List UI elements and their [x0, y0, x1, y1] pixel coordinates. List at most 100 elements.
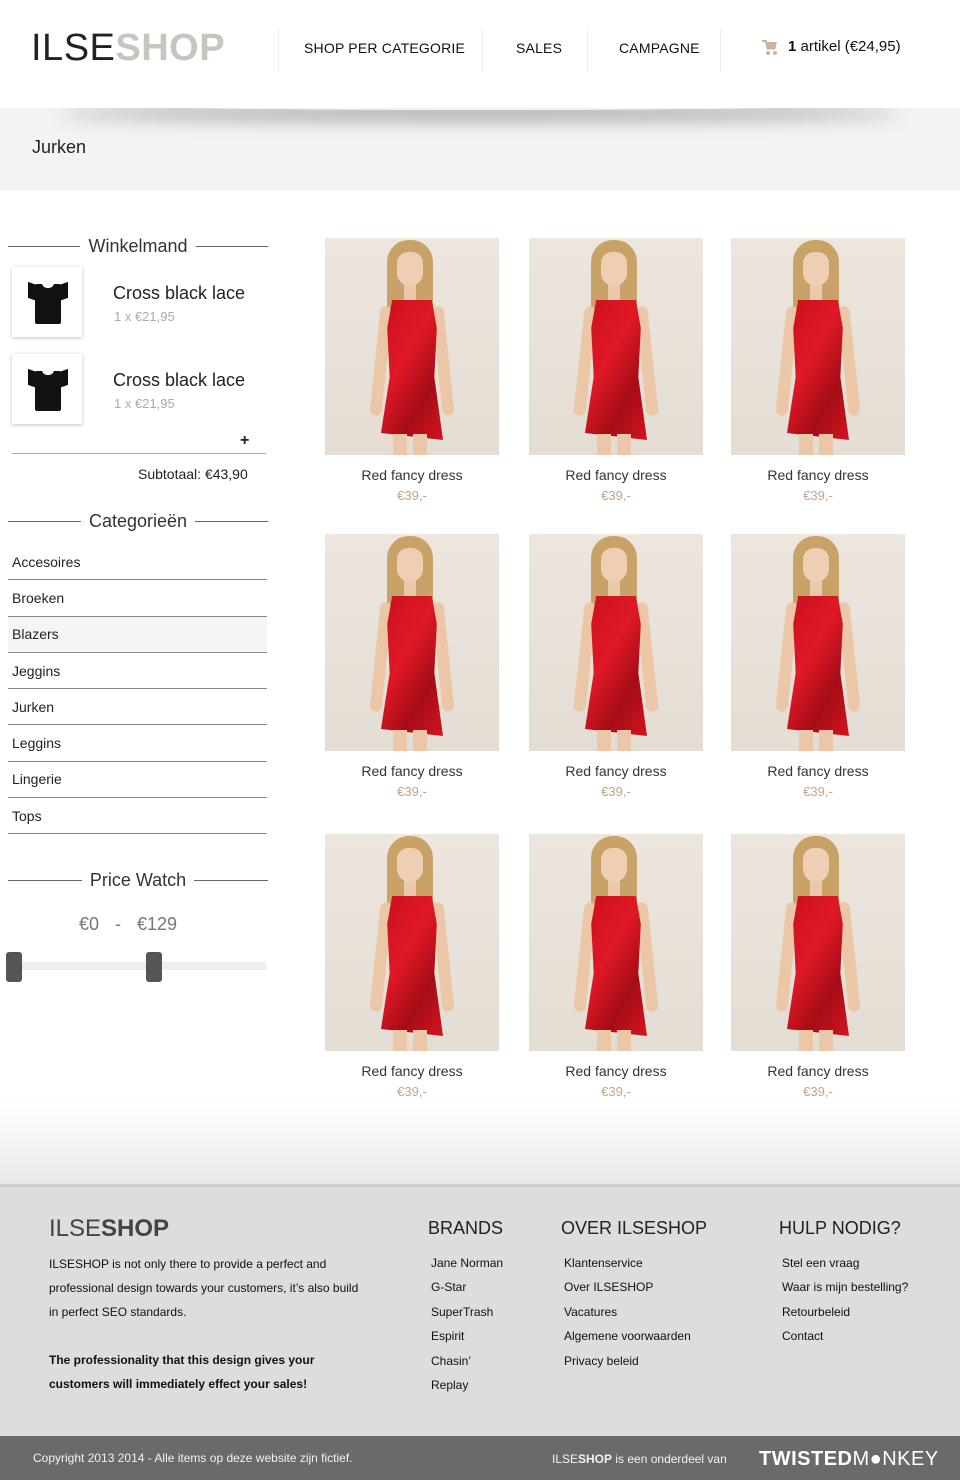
price-slider-min-handle[interactable] — [6, 952, 22, 982]
product-card[interactable]: Red fancy dress €39,- — [325, 834, 499, 1099]
product-price: €39,- — [397, 784, 427, 799]
product-card[interactable]: Red fancy dress €39,- — [731, 834, 905, 1099]
page-title-bar — [0, 108, 960, 190]
product-image[interactable] — [529, 534, 703, 751]
footer-brands-title: BRANDS — [428, 1218, 504, 1238]
product-card[interactable]: Red fancy dress €39,- — [731, 534, 905, 799]
product-image[interactable] — [731, 834, 905, 1051]
tshirt-icon — [28, 280, 68, 324]
category-item-lingerie[interactable]: Lingerie — [8, 762, 267, 799]
footer-link[interactable]: Stel een vraag — [782, 1251, 908, 1275]
category-item-broeken[interactable]: Broeken — [8, 580, 267, 617]
cart-item-qty: 1 x €21,95 — [114, 309, 175, 324]
nav-sales[interactable]: SALES — [516, 40, 562, 56]
product-price: €39,- — [803, 488, 833, 503]
category-item-blazers[interactable]: Blazers — [8, 616, 267, 653]
product-image[interactable] — [325, 534, 499, 751]
copyright-text: Copyright 2013 2014 - Alle items op deze… — [33, 1451, 353, 1465]
model-figure — [773, 834, 863, 1051]
footer-link[interactable]: Jane Norman — [431, 1251, 503, 1275]
footer-link[interactable]: Privacy beleid — [564, 1349, 691, 1373]
product-price: €39,- — [397, 1084, 427, 1099]
category-item-leggins[interactable]: Leggins — [8, 725, 267, 762]
price-slider-max-handle[interactable] — [146, 952, 162, 982]
footer-link[interactable]: Contact — [782, 1324, 908, 1348]
footer-link[interactable]: Retourbeleid — [782, 1300, 908, 1324]
footer-link[interactable]: SuperTrash — [431, 1300, 503, 1324]
footer-link[interactable]: Chasin’ — [431, 1349, 503, 1373]
cart-item-name[interactable]: Cross black lace — [113, 370, 245, 391]
product-image[interactable] — [325, 834, 499, 1051]
product-image[interactable] — [325, 238, 499, 455]
product-name[interactable]: Red fancy dress — [731, 467, 905, 483]
category-item-jurken[interactable]: Jurken — [8, 689, 267, 726]
nav-divider — [482, 28, 483, 72]
product-card[interactable]: Red fancy dress €39,- — [731, 238, 905, 503]
footer-brands-links: Jane Norman G-Star SuperTrash Espirit Ch… — [431, 1251, 503, 1397]
site-logo[interactable]: ILSESHOP — [31, 26, 225, 70]
footer-link[interactable]: Algemene voorwaarden — [564, 1324, 691, 1348]
cart-item[interactable]: Cross black lace 1 x €21,95 — [10, 354, 270, 428]
nav-campagne[interactable]: CAMPAGNE — [619, 40, 700, 56]
model-figure — [773, 534, 863, 751]
product-image[interactable] — [529, 238, 703, 455]
product-card[interactable]: Red fancy dress €39,- — [325, 534, 499, 799]
product-name[interactable]: Red fancy dress — [325, 763, 499, 779]
product-card[interactable]: Red fancy dress €39,- — [529, 238, 703, 503]
categories-heading-text: Categorieën — [88, 510, 188, 531]
price-min: €0 — [78, 914, 99, 934]
expand-cart-button[interactable]: + — [240, 432, 249, 450]
tshirt-icon — [28, 367, 68, 411]
footer-link[interactable]: G-Star — [431, 1275, 503, 1299]
product-card[interactable]: Red fancy dress €39,- — [529, 534, 703, 799]
subsidiary-bold: SHOP — [578, 1452, 613, 1466]
product-image[interactable] — [731, 534, 905, 751]
model-figure — [571, 238, 661, 455]
model-figure — [367, 534, 457, 751]
product-price: €39,- — [803, 1084, 833, 1099]
product-card[interactable]: Red fancy dress €39,- — [529, 834, 703, 1099]
footer-about-bold: The professionality that this design giv… — [49, 1353, 315, 1391]
model-figure — [571, 834, 661, 1051]
product-card[interactable]: Red fancy dress €39,- — [325, 238, 499, 503]
product-name[interactable]: Red fancy dress — [325, 467, 499, 483]
cart-icon — [762, 39, 780, 55]
nav-shop-per-categorie[interactable]: SHOP PER CATEGORIE — [304, 40, 465, 56]
cart-subtotal: Subtotaal: €43,90 — [138, 466, 248, 482]
cart-heading: Winkelmand — [8, 234, 269, 258]
product-name[interactable]: Red fancy dress — [731, 1063, 905, 1079]
footer-link[interactable]: Espirit — [431, 1324, 503, 1348]
product-image[interactable] — [731, 238, 905, 455]
cart-count: 1 — [788, 38, 797, 55]
logo-light-text: ILSE — [31, 27, 116, 69]
footer-link[interactable]: Over ILSESHOP — [564, 1275, 691, 1299]
cart-item-name[interactable]: Cross black lace — [113, 283, 245, 304]
model-figure — [367, 238, 457, 455]
footer-link[interactable]: Klantenservice — [564, 1251, 691, 1275]
cart-item[interactable]: Cross black lace 1 x €21,95 — [10, 267, 270, 341]
cart-item-qty: 1 x €21,95 — [114, 396, 175, 411]
product-name[interactable]: Red fancy dress — [529, 763, 703, 779]
product-price: €39,- — [601, 784, 631, 799]
product-image[interactable] — [529, 834, 703, 1051]
footer-link[interactable]: Waar is mijn bestelling? — [782, 1275, 908, 1299]
categories-heading: Categorieën — [8, 509, 269, 533]
footer-link[interactable]: Replay — [431, 1373, 503, 1397]
cart-item-thumbnail[interactable] — [12, 267, 82, 337]
product-name[interactable]: Red fancy dress — [325, 1063, 499, 1079]
twistedmonkey-logo[interactable]: TWISTEDM●NKEY — [759, 1447, 939, 1471]
footer-logo[interactable]: ILSESHOP — [49, 1214, 169, 1244]
partner-logo-light: M●NKEY — [852, 1448, 939, 1470]
product-name[interactable]: Red fancy dress — [529, 467, 703, 483]
price-slider-track[interactable] — [8, 962, 266, 970]
product-name[interactable]: Red fancy dress — [731, 763, 905, 779]
header-cart-summary[interactable]: 1 artikel (€24,95) — [762, 38, 901, 55]
price-watch-heading: Price Watch — [8, 868, 269, 892]
category-item-tops[interactable]: Tops — [8, 798, 267, 835]
category-item-jeggins[interactable]: Jeggins — [8, 653, 267, 690]
footer-link[interactable]: Vacatures — [564, 1300, 691, 1324]
cart-item-thumbnail[interactable] — [12, 354, 82, 424]
product-name[interactable]: Red fancy dress — [529, 1063, 703, 1079]
category-item-accesoires[interactable]: Accesoires — [8, 544, 267, 581]
cart-total-text: artikel (€24,95) — [800, 38, 901, 55]
